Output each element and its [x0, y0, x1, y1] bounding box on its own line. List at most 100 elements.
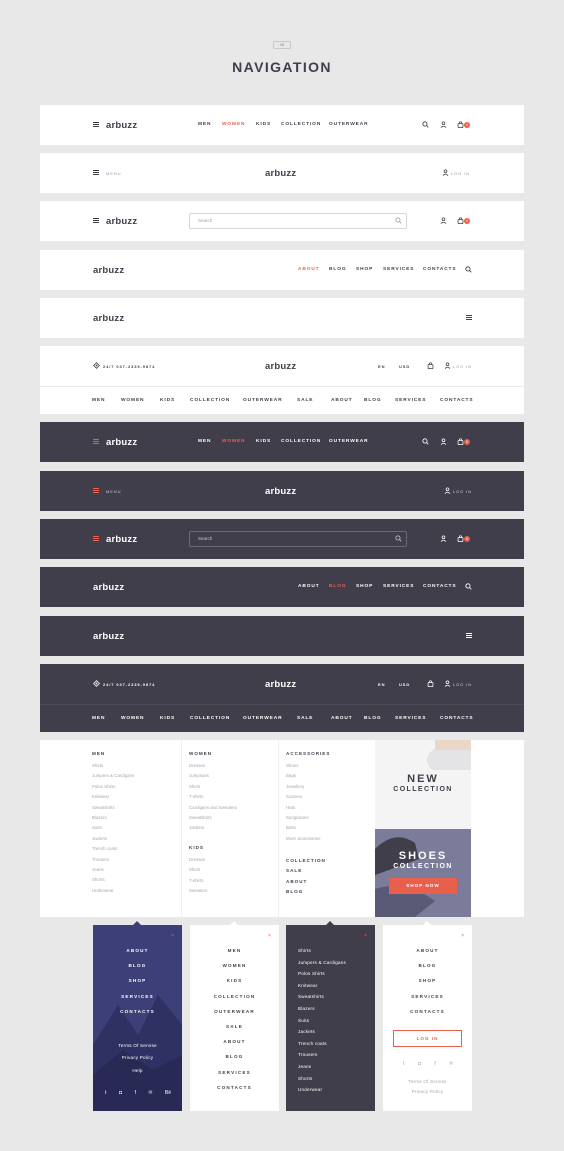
hamburger-icon[interactable]	[93, 170, 99, 175]
list-item[interactable]: Belts	[286, 823, 320, 833]
list-item[interactable]: Shirts	[298, 945, 375, 957]
nav-collection[interactable]: COLLECTION	[190, 398, 243, 403]
nav-services[interactable]: SERVICES	[383, 584, 423, 589]
hamburger-icon[interactable]	[466, 315, 472, 320]
phone-number[interactable]: 24/7 037-2339-9874	[103, 682, 155, 687]
nav-sale[interactable]: SALE	[297, 716, 331, 721]
list-item[interactable]: Shorts	[92, 875, 134, 885]
nav-blog[interactable]: BLOG	[329, 584, 356, 589]
list-item[interactable]: Trench coats	[92, 844, 134, 854]
list-item[interactable]: T-shirts	[189, 876, 207, 886]
nav-kids[interactable]: KIDS	[256, 439, 281, 444]
list-item[interactable]: Shirts	[189, 782, 237, 792]
nav-services[interactable]: SERVICES	[383, 267, 423, 272]
logo[interactable]: arbuzz	[265, 168, 296, 179]
list-item[interactable]: More accessories	[286, 834, 320, 844]
list-item[interactable]: Trousers	[92, 855, 134, 865]
list-item[interactable]: SALE	[286, 866, 326, 876]
phone-number[interactable]: 24/7 037-2339-9874	[103, 364, 155, 369]
logo[interactable]: arbuzz	[93, 631, 124, 642]
nav-men[interactable]: MEN	[198, 122, 222, 127]
search-input[interactable]: Search	[189, 531, 407, 547]
user-icon[interactable]	[442, 169, 449, 176]
list-item[interactable]: Sweatshirts	[298, 991, 375, 1003]
list-item[interactable]: Suits	[92, 823, 134, 833]
bag-icon[interactable]	[457, 438, 464, 445]
list-item[interactable]: CONTACTS	[383, 1004, 472, 1019]
nav-women[interactable]: WOMEN	[121, 398, 160, 403]
instagram-icon[interactable]: ◘	[119, 1090, 122, 1096]
bag-icon[interactable]	[457, 217, 464, 224]
list-item[interactable]: Blazers	[92, 813, 134, 823]
nav-contacts[interactable]: CONTACTS	[440, 716, 474, 721]
search-icon[interactable]	[422, 438, 429, 445]
list-item[interactable]: MEN	[190, 943, 279, 958]
logo[interactable]: arbuzz	[93, 313, 124, 324]
list-item[interactable]: SERVICES	[93, 989, 182, 1004]
twitter-icon[interactable]: t	[403, 1061, 404, 1067]
list-item[interactable]: Jewellery	[286, 782, 320, 792]
nav-collection[interactable]: COLLECTION	[281, 439, 329, 444]
promo-shoes-collection[interactable]: SHOES COLLECTION SHOP NOW	[375, 829, 471, 917]
list-item[interactable]: Sunglasses	[286, 813, 320, 823]
nav-women[interactable]: WOMEN	[222, 439, 256, 444]
nav-about[interactable]: ABOUT	[298, 584, 329, 589]
search-icon[interactable]	[465, 266, 472, 273]
list-item[interactable]: Trench coats	[298, 1038, 375, 1050]
list-item[interactable]: Help	[93, 1065, 182, 1077]
list-item[interactable]: SALE	[190, 1019, 279, 1034]
list-item[interactable]: Underwear	[298, 1084, 375, 1096]
nav-shop[interactable]: SHOP	[356, 267, 383, 272]
bag-icon[interactable]	[427, 362, 434, 369]
hamburger-icon[interactable]	[93, 488, 99, 493]
hamburger-icon[interactable]	[466, 633, 472, 638]
list-item[interactable]: Jeans	[92, 865, 134, 875]
user-icon[interactable]	[440, 535, 447, 542]
list-item[interactable]: SERVICES	[190, 1065, 279, 1080]
list-item[interactable]: ABOUT	[93, 943, 182, 958]
list-item[interactable]: Trousers	[298, 1049, 375, 1061]
login-link[interactable]: LOG IN	[453, 489, 472, 494]
list-item[interactable]: Blazers	[298, 1003, 375, 1015]
search-icon[interactable]	[395, 217, 402, 224]
facebook-icon[interactable]: f	[434, 1061, 435, 1067]
bag-icon[interactable]	[457, 121, 464, 128]
pinterest-icon[interactable]: ℗	[149, 1090, 153, 1096]
logo[interactable]: arbuzz	[265, 361, 296, 372]
login-button[interactable]: LOG IN	[393, 1030, 462, 1047]
hamburger-icon[interactable]	[93, 218, 99, 223]
list-item[interactable]: Underwear	[92, 886, 134, 896]
pinterest-icon[interactable]: ℗	[449, 1061, 453, 1067]
list-item[interactable]: Jeans	[298, 1061, 375, 1073]
list-item[interactable]: SHOP	[93, 973, 182, 988]
close-icon[interactable]: ×	[461, 933, 464, 939]
nav-outerwear[interactable]: OUTERWEAR	[329, 122, 368, 127]
list-item[interactable]: Jumpers & Cardigans	[92, 771, 134, 781]
search-icon[interactable]	[422, 121, 429, 128]
search-input[interactable]: Search	[189, 213, 407, 229]
currency-select[interactable]: USD	[399, 682, 410, 687]
list-item[interactable]: Jackets	[92, 834, 134, 844]
close-icon[interactable]: ×	[268, 933, 271, 939]
nav-collection[interactable]: COLLECTION	[190, 716, 243, 721]
list-item[interactable]: Jackets	[189, 823, 237, 833]
shop-now-button[interactable]: SHOP NOW	[389, 878, 457, 894]
logo[interactable]: arbuzz	[265, 486, 296, 497]
bag-icon[interactable]	[427, 680, 434, 687]
list-item[interactable]: Polos Shirts	[92, 782, 134, 792]
list-item[interactable]: Sweatshirts	[92, 803, 134, 813]
nav-women[interactable]: WOMEN	[222, 122, 256, 127]
list-item[interactable]: ABOUT	[383, 943, 472, 958]
list-item[interactable]: Knitwear	[298, 980, 375, 992]
list-item[interactable]: Terms Of Servise	[93, 1040, 182, 1052]
nav-outerwear[interactable]: OUTERWEAR	[329, 439, 368, 444]
nav-about[interactable]: ABOUT	[298, 267, 329, 272]
list-item[interactable]: Jumpsuits	[189, 771, 237, 781]
login-link[interactable]: LOG IN	[453, 364, 472, 369]
list-item[interactable]: SHOP	[383, 973, 472, 988]
promo-new-collection[interactable]: NEW COLLECTION	[375, 740, 471, 829]
list-item[interactable]: Hats	[286, 803, 320, 813]
hamburger-icon[interactable]	[93, 536, 99, 541]
user-icon[interactable]	[440, 217, 447, 224]
list-item[interactable]: WOMEN	[190, 958, 279, 973]
